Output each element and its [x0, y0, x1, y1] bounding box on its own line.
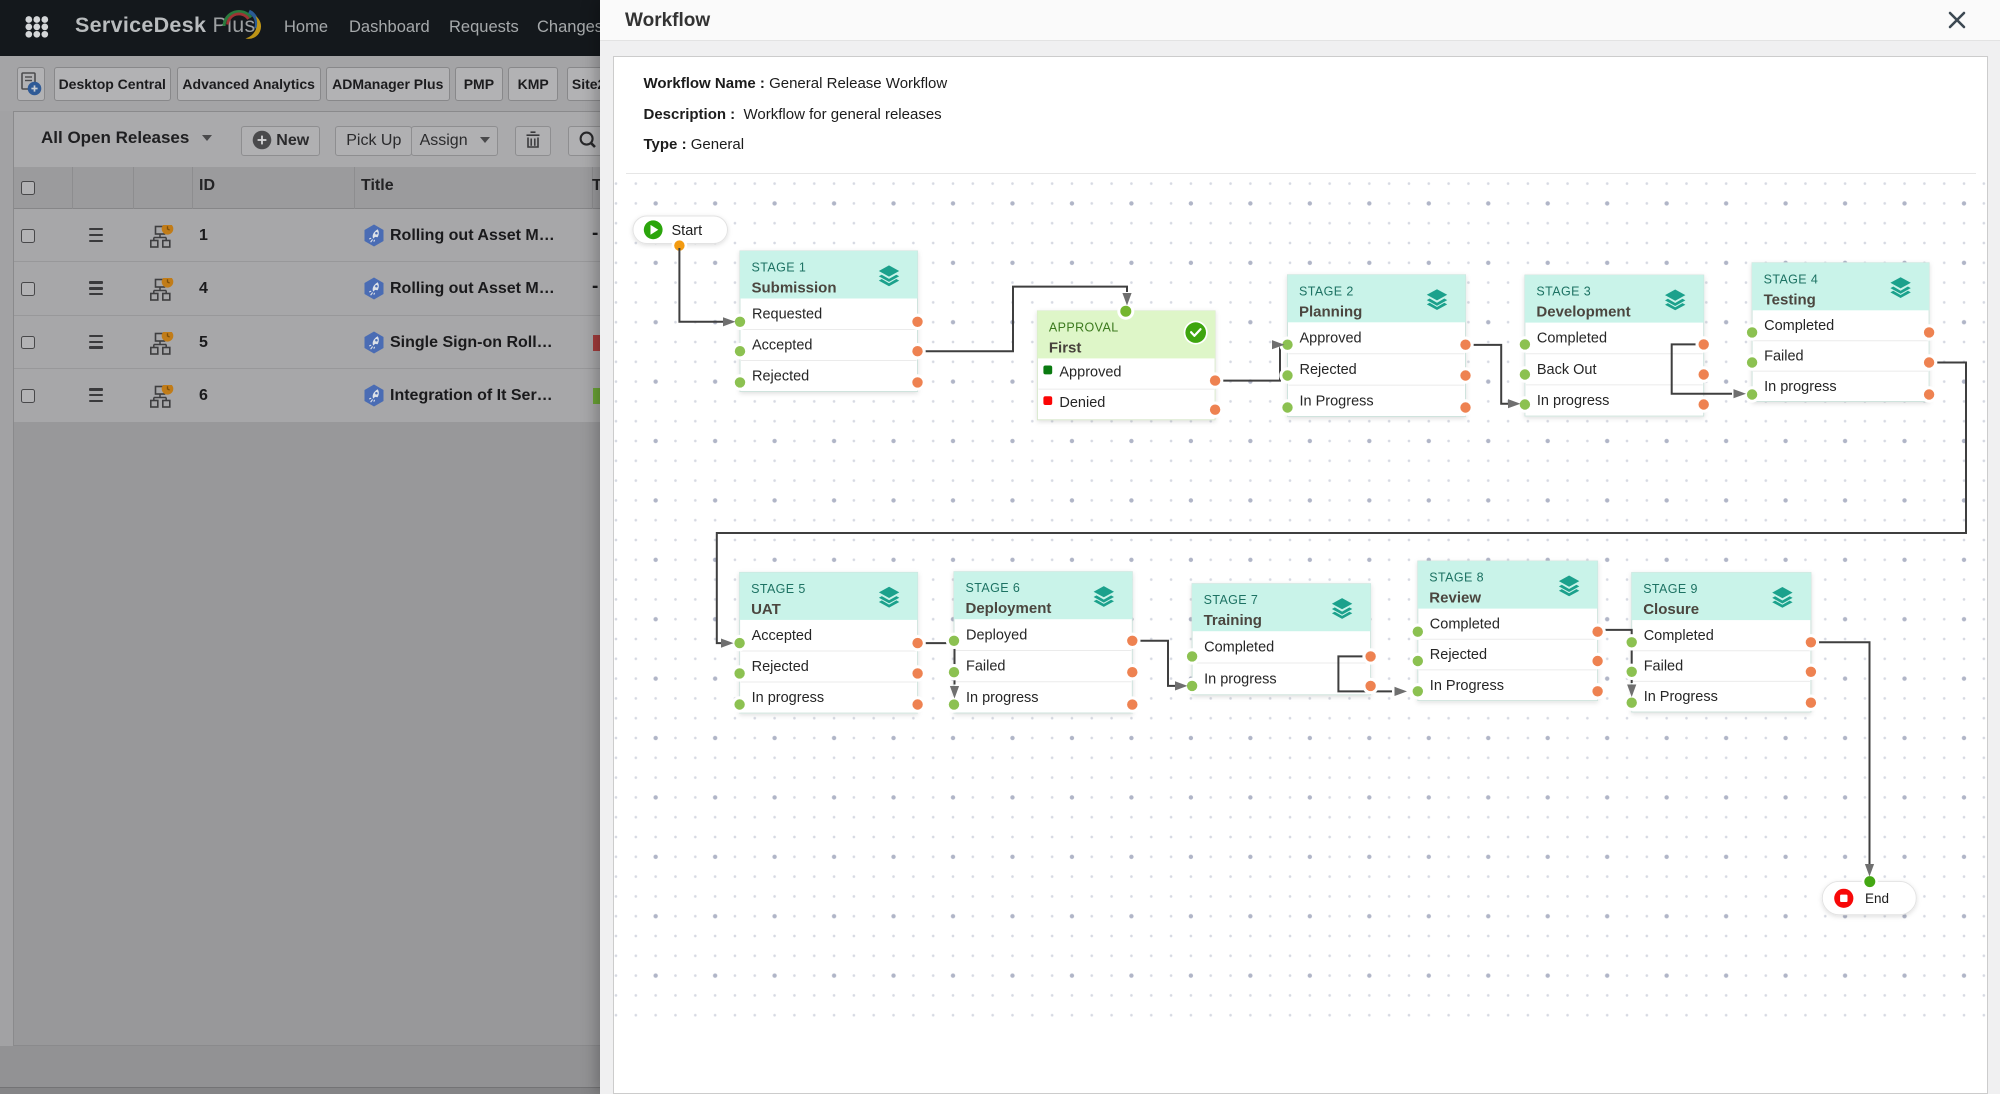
- svg-text:Rejected: Rejected: [1300, 362, 1357, 378]
- svg-text:In progress: In progress: [966, 690, 1039, 706]
- svg-text:Deployment: Deployment: [966, 600, 1052, 617]
- svg-text:Training: Training: [1204, 612, 1262, 629]
- svg-text:Deployed: Deployed: [966, 627, 1027, 643]
- svg-text:Planning: Planning: [1299, 303, 1362, 320]
- svg-text:Approved: Approved: [1300, 331, 1362, 347]
- svg-text:Rejected: Rejected: [752, 659, 809, 675]
- svg-text:In Progress: In Progress: [1300, 393, 1374, 409]
- svg-text:Completed: Completed: [1537, 331, 1607, 347]
- svg-text:STAGE 1: STAGE 1: [752, 261, 807, 275]
- svg-text:Review: Review: [1429, 590, 1481, 607]
- svg-text:Approved: Approved: [1059, 364, 1121, 380]
- svg-text:APPROVAL: APPROVAL: [1049, 320, 1119, 334]
- svg-text:Denied: Denied: [1059, 395, 1105, 411]
- svg-text:Accepted: Accepted: [752, 628, 812, 644]
- svg-text:STAGE 7: STAGE 7: [1204, 593, 1259, 607]
- svg-text:STAGE 6: STAGE 6: [966, 581, 1021, 595]
- svg-text:Requested: Requested: [752, 307, 822, 323]
- svg-text:Development: Development: [1536, 304, 1630, 321]
- svg-text:In progress: In progress: [752, 690, 825, 706]
- svg-text:STAGE 4: STAGE 4: [1764, 272, 1819, 286]
- svg-text:Closure: Closure: [1643, 601, 1699, 618]
- svg-text:End: End: [1865, 891, 1889, 906]
- svg-text:STAGE 3: STAGE 3: [1536, 285, 1591, 299]
- svg-text:Failed: Failed: [1764, 348, 1804, 364]
- svg-text:Rejected: Rejected: [752, 369, 809, 385]
- svg-text:Accepted: Accepted: [752, 338, 812, 354]
- svg-text:Failed: Failed: [966, 659, 1006, 675]
- svg-text:First: First: [1049, 339, 1082, 356]
- svg-text:Rejected: Rejected: [1430, 647, 1487, 663]
- svg-text:Completed: Completed: [1430, 616, 1500, 632]
- svg-text:Submission: Submission: [752, 280, 837, 297]
- svg-text:STAGE 9: STAGE 9: [1643, 582, 1698, 596]
- svg-text:In progress: In progress: [1764, 379, 1837, 395]
- svg-text:Completed: Completed: [1764, 318, 1834, 334]
- svg-text:In progress: In progress: [1204, 671, 1277, 687]
- svg-text:STAGE 8: STAGE 8: [1429, 571, 1484, 585]
- svg-text:UAT: UAT: [751, 601, 781, 618]
- svg-text:Completed: Completed: [1204, 640, 1274, 656]
- svg-text:STAGE 5: STAGE 5: [751, 582, 806, 596]
- svg-text:Testing: Testing: [1764, 291, 1816, 308]
- svg-text:In progress: In progress: [1537, 393, 1610, 409]
- svg-text:In Progress: In Progress: [1430, 678, 1504, 694]
- svg-text:Back Out: Back Out: [1537, 362, 1597, 378]
- svg-text:STAGE 2: STAGE 2: [1299, 284, 1354, 298]
- svg-text:Start: Start: [672, 223, 703, 239]
- svg-text:Completed: Completed: [1644, 628, 1714, 644]
- svg-text:In Progress: In Progress: [1644, 689, 1718, 705]
- svg-text:Failed: Failed: [1644, 659, 1684, 675]
